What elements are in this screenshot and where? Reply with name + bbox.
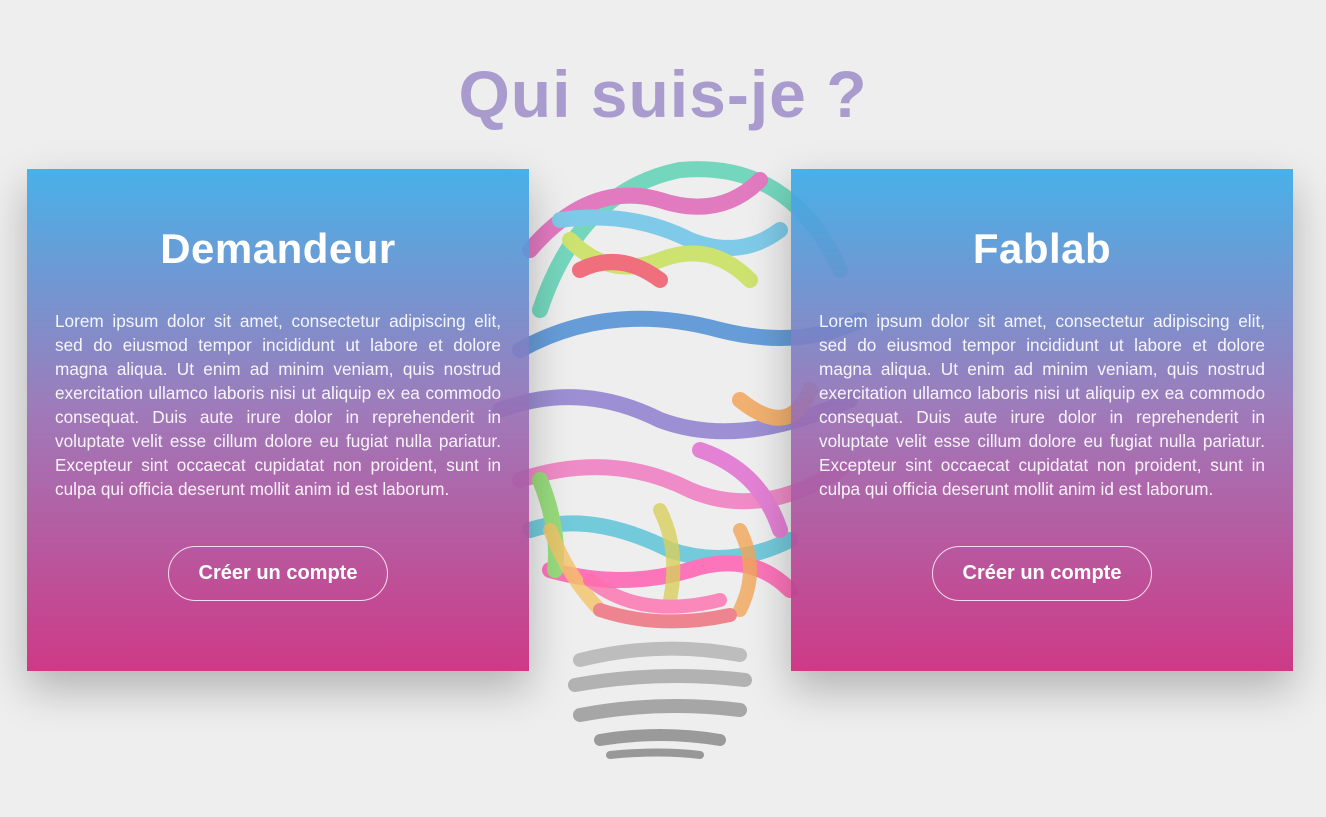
create-account-button[interactable]: Créer un compte xyxy=(168,546,388,601)
card-description: Lorem ipsum dolor sit amet, consectetur … xyxy=(819,311,1265,499)
create-account-button[interactable]: Créer un compte xyxy=(932,546,1152,601)
card-title: Fablab xyxy=(972,225,1112,272)
card-demandeur: Demandeur Lorem ipsum dolor sit amet, co… xyxy=(27,169,529,671)
card-title: Demandeur xyxy=(160,225,396,272)
card-description: Lorem ipsum dolor sit amet, consectetur … xyxy=(55,311,501,499)
page-title: Qui suis-je ? xyxy=(458,57,868,131)
card-fablab: Fablab Lorem ipsum dolor sit amet, conse… xyxy=(791,169,1293,671)
